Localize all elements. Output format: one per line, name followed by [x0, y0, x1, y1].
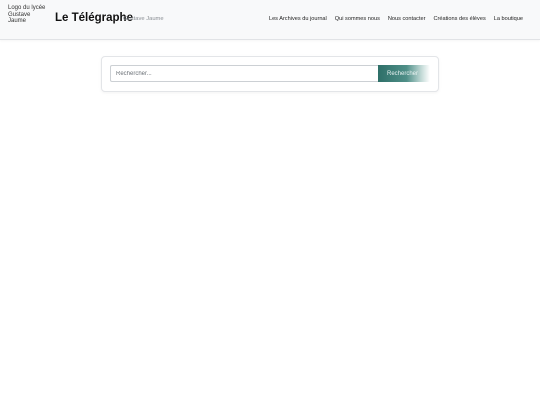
site-title[interactable]: Le Télégraphe [55, 12, 133, 24]
nav-link-shop[interactable]: La boutique [494, 16, 523, 22]
school-logo[interactable]: Logo du lycée Gustave Jaume [8, 5, 48, 25]
nav-link-contact[interactable]: Nous contacter [388, 16, 426, 22]
search-card: Rechercher [101, 56, 439, 92]
search-input[interactable] [110, 65, 378, 82]
nav-link-archives[interactable]: Les Archives du journal [269, 16, 327, 22]
site-header: Logo du lycée Gustave Jaume Le Télégraph… [0, 0, 540, 40]
nav-link-student-creations[interactable]: Créations des élèves [434, 16, 486, 22]
main-nav: Les Archives du journal Qui sommes nous … [269, 16, 523, 22]
search-button[interactable]: Rechercher [378, 65, 430, 82]
nav-link-about[interactable]: Qui sommes nous [335, 16, 380, 22]
site-subtitle: Gustave Jaume [123, 16, 164, 22]
